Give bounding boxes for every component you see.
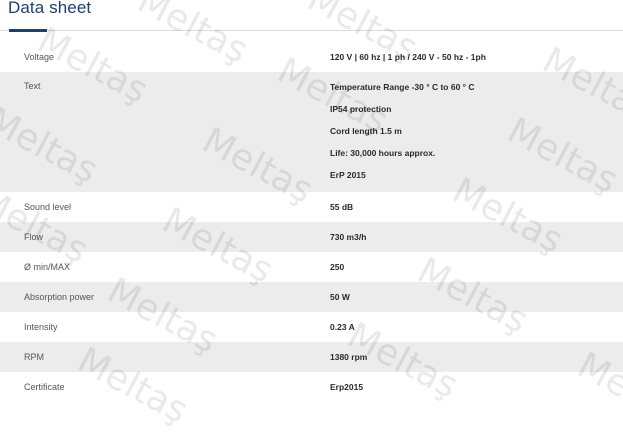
section-header: Data sheet [0, 0, 623, 32]
table-row: Absorption power 50 W [0, 282, 623, 312]
table-row: Text Temperature Range -30 ° C to 60 ° C… [0, 72, 623, 192]
spec-value: 55 dB [330, 202, 354, 212]
spec-label: Absorption power [0, 282, 330, 312]
spec-label: Voltage [24, 52, 55, 62]
title-divider [0, 30, 623, 31]
spec-value: 250 [330, 262, 345, 272]
spec-label: Text [0, 72, 330, 192]
spec-value-line: ErP 2015 [330, 170, 366, 180]
table-row: Ø min/MAX 250 [0, 252, 623, 282]
spec-value-line: Cord length 1.5 m [330, 126, 402, 136]
table-row: Certificate Erp2015 [0, 372, 623, 402]
table-row: Intensity 0.23 A [0, 312, 623, 342]
spec-value: 0.23 A [330, 322, 355, 332]
table-row: Voltage 120 V | 60 hz | 1 ph / 240 V - 5… [0, 42, 623, 72]
spec-label: Flow [0, 222, 330, 252]
spec-value-line: Temperature Range -30 ° C to 60 ° C [330, 82, 475, 92]
spec-label: Ø min/MAX [24, 262, 71, 272]
spec-label: RPM [0, 342, 330, 372]
data-sheet-table: Voltage 120 V | 60 hz | 1 ph / 240 V - 5… [0, 42, 623, 402]
spec-value-line: Life: 30,000 hours approx. [330, 148, 436, 158]
spec-value: 50 W [330, 282, 623, 312]
title-accent-bar [9, 29, 47, 32]
spec-value: 1380 rpm [330, 342, 623, 372]
spec-value: 730 m3/h [330, 222, 623, 252]
spec-value-line: IP54 protection [330, 104, 392, 114]
table-row: Flow 730 m3/h [0, 222, 623, 252]
table-row: RPM 1380 rpm [0, 342, 623, 372]
spec-label: Sound level [24, 202, 72, 212]
section-title: Data sheet [8, 0, 92, 17]
spec-value: 120 V | 60 hz | 1 ph / 240 V - 50 hz - 1… [330, 52, 486, 62]
spec-value: Temperature Range -30 ° C to 60 ° C IP54… [330, 72, 623, 192]
spec-label: Certificate [24, 382, 65, 392]
spec-label: Intensity [24, 322, 58, 332]
spec-value: Erp2015 [330, 382, 364, 392]
table-row: Sound level 55 dB [0, 192, 623, 222]
